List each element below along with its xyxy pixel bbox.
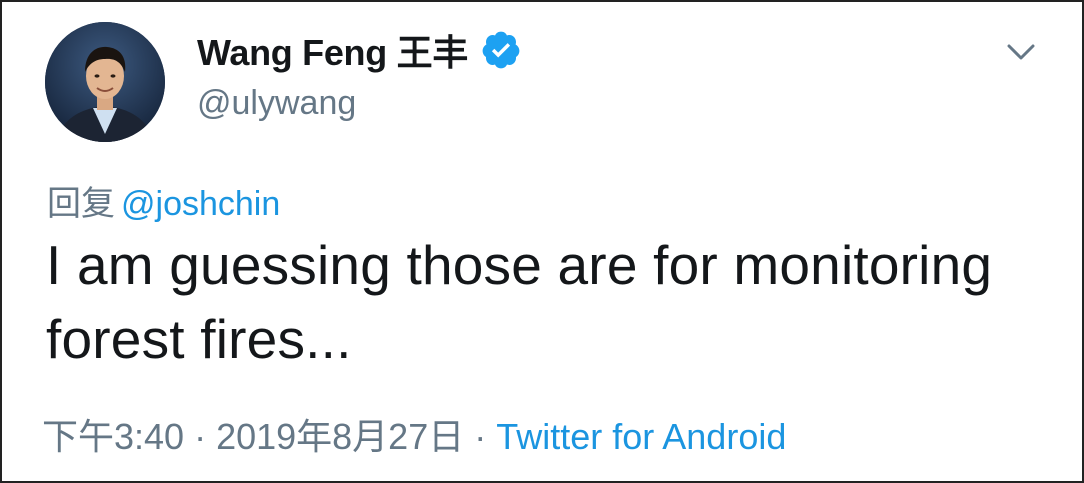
tweet-date[interactable]: 2019年8月27日 (216, 416, 464, 457)
avatar[interactable] (45, 22, 165, 142)
tweet-text: I am guessing those are for monitoring f… (46, 234, 993, 370)
tweet-meta: 下午3:40 · 2019年8月27日 · Twitter for Android (42, 408, 786, 460)
user-handle[interactable]: @ulywang (197, 84, 356, 123)
tweet-source-link[interactable]: Twitter for Android (496, 416, 786, 457)
reply-to-link[interactable]: @joshchin (121, 185, 280, 223)
display-name[interactable]: Wang Feng 王丰 (197, 24, 468, 76)
verified-badge-icon (480, 29, 522, 71)
chevron-down-icon[interactable] (1001, 32, 1041, 72)
tweet-card: Wang Feng 王丰 @ulywang 回复 @joshchin I am g… (0, 0, 1084, 483)
meta-separator: · (474, 416, 487, 457)
tweet-header: Wang Feng 王丰 @ulywang (45, 22, 1045, 142)
name-row: Wang Feng 王丰 (197, 26, 522, 74)
tweet-time[interactable]: 下午3:40 (42, 416, 184, 457)
reply-prefix: 回复 (47, 185, 115, 223)
reply-context: 回复 @joshchin (47, 176, 280, 225)
meta-separator: · (194, 416, 207, 457)
